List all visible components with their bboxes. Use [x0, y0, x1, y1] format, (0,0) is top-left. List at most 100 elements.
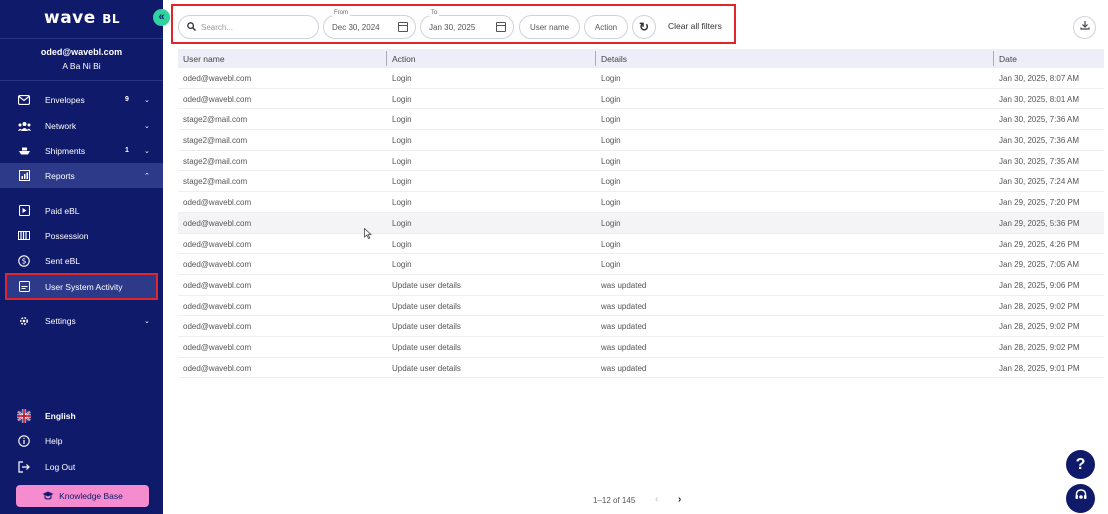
sidebar-item-settings[interactable]: Settings ⌄ [0, 308, 163, 333]
sidebar-item-possession[interactable]: Possession [0, 223, 163, 248]
sidebar-item-network[interactable]: Network ⌄ [0, 113, 163, 138]
chevron-up-icon: ⌃ [144, 172, 150, 180]
table-row[interactable]: oded@wavebl.com Login Login Jan 29, 2025, 7… [178, 254, 1104, 275]
table-row[interactable]: oded@wavebl.com Update user details was up… [178, 316, 1104, 337]
help-link[interactable]: Help [0, 428, 163, 453]
table-row[interactable]: oded@wavebl.com Update user details was up… [178, 296, 1104, 317]
cell-details: Login [601, 260, 621, 270]
table-row[interactable]: stage2@mail.com Login Login Jan 30, 2025, 7… [178, 171, 1104, 193]
column-header-user-name[interactable]: User name [183, 54, 225, 64]
action-filter-chip[interactable]: Action [584, 15, 628, 39]
from-date-field[interactable]: From Dec 30, 2024 [323, 10, 416, 39]
cell-action: Login [392, 156, 412, 166]
column-header-date[interactable]: Date [999, 54, 1017, 64]
envelopes-count-badge: 9 [125, 96, 129, 103]
user-company: A Ba Ni Bi [62, 61, 101, 71]
previous-page-button[interactable]: ‹ [655, 494, 658, 505]
column-divider[interactable] [386, 51, 387, 66]
uk-flag-icon [17, 408, 31, 423]
table-row[interactable]: oded@wavebl.com Login Login Jan 30, 2025, 8… [178, 68, 1104, 89]
cell-date: Jan 30, 2025, 7:36 AM [999, 115, 1080, 125]
table-body: oded@wavebl.com Login Login Jan 30, 2025, 8… [178, 68, 1104, 379]
sidebar-item-shipments[interactable]: Shipments 1 ⌄ [0, 138, 163, 163]
next-page-button[interactable]: › [678, 494, 681, 505]
sidebar-item-envelopes[interactable]: Envelopes 9 ⌄ [0, 87, 163, 112]
column-divider[interactable] [993, 51, 994, 66]
possession-icon [17, 229, 31, 243]
dollar-icon: $ [17, 254, 31, 268]
search-placeholder: Search... [201, 22, 234, 32]
table-row[interactable]: oded@wavebl.com Update user details was up… [178, 358, 1104, 379]
table-row[interactable]: oded@wavebl.com Login Login Jan 30, 2025, 8… [178, 89, 1104, 110]
cell-date: Jan 28, 2025, 9:01 PM [999, 363, 1080, 373]
user-email: oded@wavebl.com [40, 47, 123, 57]
table-header: User name Action Details Date [178, 49, 1104, 68]
chart-icon [17, 169, 31, 183]
cell-details: Login [601, 177, 621, 187]
help-question-button[interactable]: ? [1066, 450, 1095, 479]
gear-icon [17, 314, 31, 328]
support-headset-icon [1074, 489, 1088, 505]
column-header-action[interactable]: Action [392, 54, 416, 64]
logo: wave BL [44, 8, 121, 28]
svg-text:$: $ [22, 256, 27, 265]
calendar-icon[interactable] [398, 22, 408, 32]
table-row[interactable]: stage2@mail.com Login Login Jan 30, 2025, 7… [178, 130, 1104, 151]
search-input[interactable]: Search... [178, 15, 319, 39]
cell-details: Login [601, 218, 621, 228]
support-chat-button[interactable] [1066, 484, 1095, 513]
sidebar-item-user-system-activity[interactable]: User System Activity [0, 274, 163, 299]
cell-user-name: oded@wavebl.com [183, 301, 252, 311]
table-row[interactable]: oded@wavebl.com Login Login Jan 29, 2025, 4… [178, 234, 1104, 255]
sidebar-item-reports[interactable]: Reports ⌃ [0, 163, 163, 188]
user-info: oded@wavebl.com A Ba Ni Bi [0, 38, 163, 81]
sidebar-item-paid-ebl[interactable]: Paid eBL [0, 198, 163, 223]
activity-icon [17, 280, 31, 294]
table-row[interactable]: oded@wavebl.com Login Login Jan 29, 2025, 5… [178, 212, 1104, 234]
cell-details: was updated [601, 363, 647, 373]
user-name-filter-chip[interactable]: User name [519, 15, 580, 39]
table-row[interactable]: oded@wavebl.com Update user details was up… [178, 337, 1104, 358]
cell-details: Login [601, 115, 621, 125]
cell-user-name: stage2@mail.com [183, 156, 248, 166]
cell-details: Login [601, 136, 621, 146]
to-date-field[interactable]: To Jan 30, 2025 [420, 10, 514, 39]
logout-link[interactable]: Log Out [0, 454, 163, 479]
cell-user-name: oded@wavebl.com [183, 363, 252, 373]
download-icon [1079, 21, 1090, 33]
cell-action: Login [392, 198, 412, 208]
chevron-down-icon: ⌄ [144, 317, 150, 325]
mouse-cursor-icon [364, 227, 373, 242]
language-selector[interactable]: English [0, 403, 163, 428]
cell-date: Jan 29, 2025, 5:36 PM [999, 218, 1080, 228]
ship-icon [17, 144, 31, 158]
table-row[interactable]: stage2@mail.com Login Login Jan 30, 2025, 7… [178, 109, 1104, 131]
cell-action: Update user details [392, 363, 461, 373]
chevron-down-icon: ⌄ [144, 147, 150, 155]
column-divider[interactable] [595, 51, 596, 66]
cell-details: Login [601, 94, 621, 104]
table-row[interactable]: oded@wavebl.com Login Login Jan 29, 2025, 7… [178, 192, 1104, 213]
collapse-sidebar-button[interactable]: « [153, 9, 170, 26]
sidebar: wave BL oded@wavebl.com A Ba Ni Bi Envel… [0, 0, 163, 514]
cell-date: Jan 28, 2025, 9:02 PM [999, 322, 1080, 332]
paid-icon [17, 204, 31, 218]
cell-date: Jan 28, 2025, 9:02 PM [999, 301, 1080, 311]
table-row[interactable]: oded@wavebl.com Update user details was up… [178, 275, 1104, 296]
graduation-cap-icon [42, 491, 54, 502]
clear-all-filters-link[interactable]: Clear all filters [668, 21, 722, 31]
column-header-details[interactable]: Details [601, 54, 627, 64]
chevron-down-icon: ⌄ [144, 122, 150, 130]
cell-details: Login [601, 74, 621, 83]
sidebar-item-sent-ebl[interactable]: $ Sent eBL [0, 248, 163, 273]
table-row[interactable]: stage2@mail.com Login Login Jan 30, 2025, 7… [178, 151, 1104, 172]
cell-action: Update user details [392, 322, 461, 332]
search-icon [187, 21, 196, 33]
download-button[interactable] [1073, 16, 1096, 39]
refresh-button[interactable]: ↻ [632, 15, 656, 39]
cell-user-name: oded@wavebl.com [183, 280, 252, 290]
chevron-down-icon: ⌄ [144, 96, 150, 104]
calendar-icon[interactable] [496, 22, 506, 32]
shipments-count-badge: 1 [125, 147, 129, 154]
knowledge-base-button[interactable]: Knowledge Base [16, 485, 149, 507]
